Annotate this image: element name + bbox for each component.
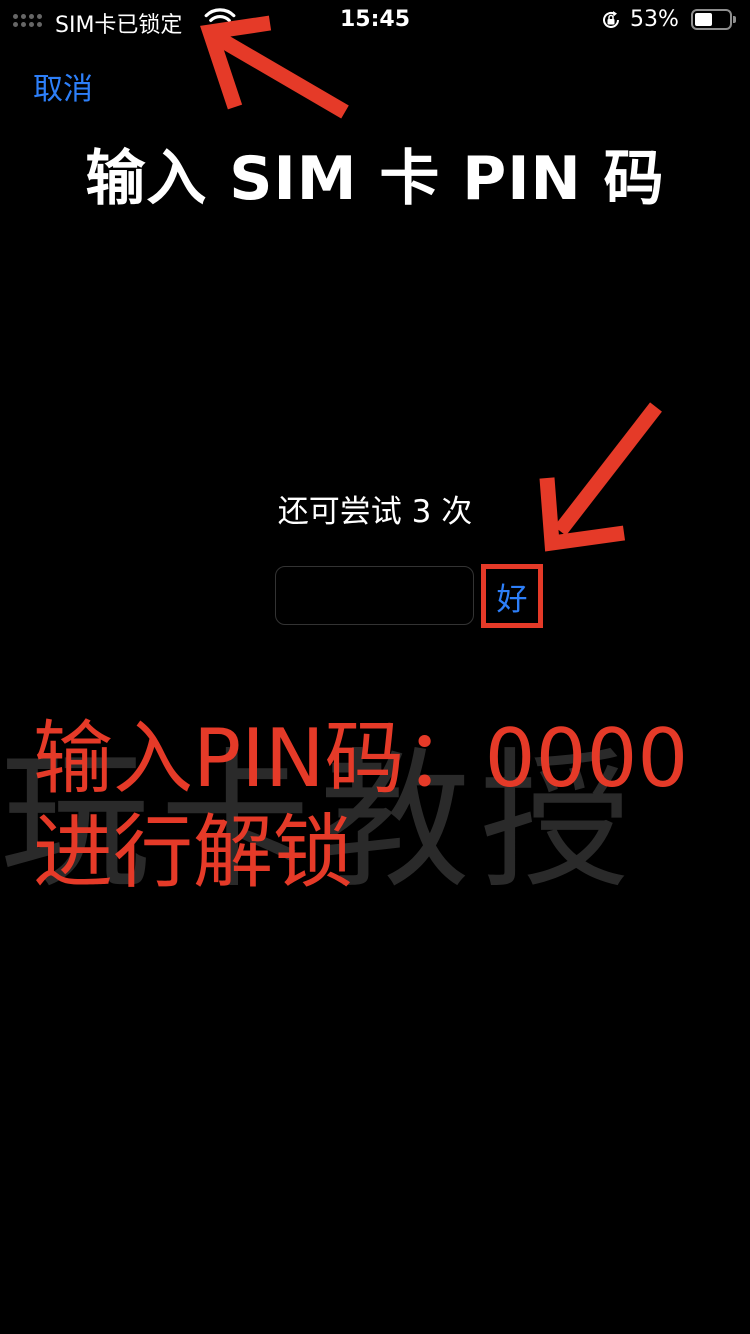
instruction-line-1: 输入PIN码：0000 xyxy=(33,712,689,805)
battery-tip xyxy=(733,16,736,23)
battery-icon xyxy=(691,9,736,30)
arrow-annotation-top xyxy=(200,15,349,119)
arrow-annotation-ok xyxy=(539,402,662,552)
battery-level xyxy=(695,13,712,26)
pin-input[interactable] xyxy=(275,566,474,625)
cancel-button[interactable]: 取消 xyxy=(33,64,93,108)
orientation-lock-icon xyxy=(603,11,619,28)
instruction-annotation: 输入PIN码：0000 进行解锁 xyxy=(33,712,750,900)
instruction-line-2: 进行解锁 xyxy=(33,806,353,899)
battery-percentage: 53% xyxy=(630,7,679,32)
page-title: 输入 SIM 卡 PIN 码 xyxy=(85,144,665,214)
ok-button[interactable]: 好 xyxy=(481,564,543,628)
status-bar: SIM卡已锁定 15:45 53% xyxy=(0,0,750,40)
